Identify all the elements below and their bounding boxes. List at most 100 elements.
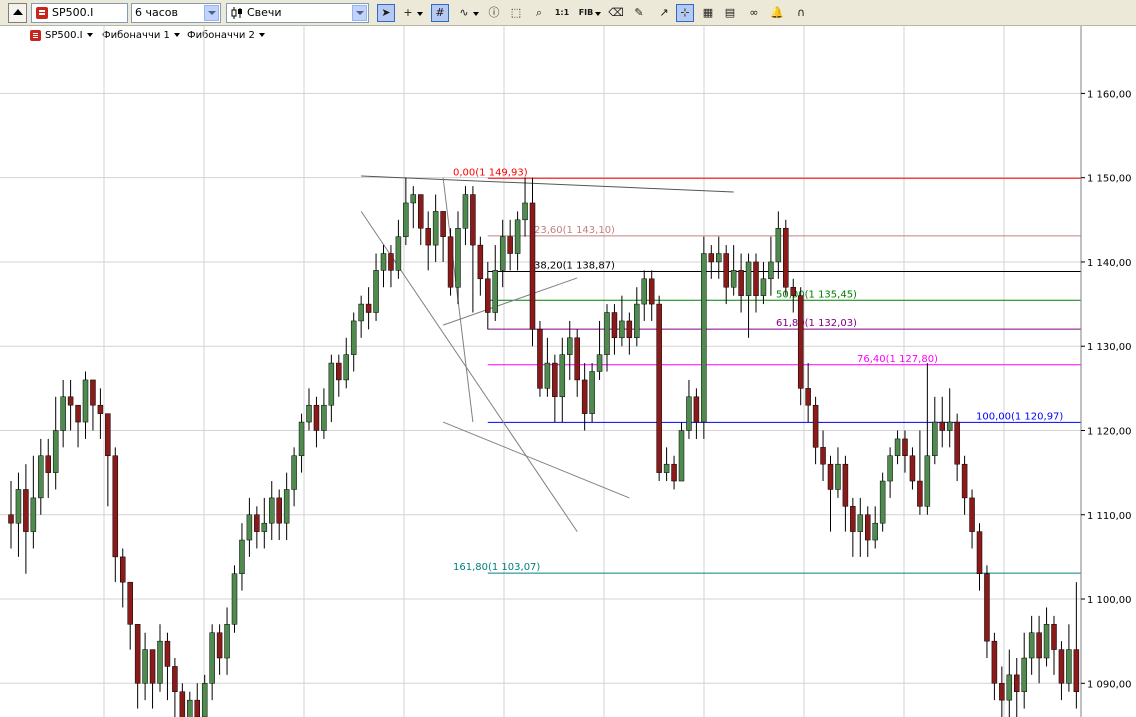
candle-body <box>827 463 834 490</box>
candle-body <box>157 640 163 684</box>
candle-body <box>991 640 998 684</box>
candle-body <box>999 683 1005 701</box>
candle-body <box>313 404 320 431</box>
candle-body <box>97 404 104 414</box>
chart-type-value: Свечи <box>247 6 282 19</box>
candle-body <box>45 455 51 473</box>
candle-body <box>1021 657 1027 692</box>
candle-body <box>1014 674 1020 692</box>
candle-body <box>276 497 282 524</box>
candle-body <box>648 278 655 305</box>
candle-body <box>164 640 171 667</box>
candle-body <box>60 396 66 431</box>
fibonacci-icon[interactable]: FIB <box>577 4 601 22</box>
candle-body <box>425 227 431 246</box>
candle-body <box>619 320 625 339</box>
axis-tick-label: 1 130,00 <box>1087 342 1132 353</box>
candle-body <box>30 497 37 532</box>
info-icon[interactable]: ⓘ <box>485 4 503 22</box>
candle-body <box>120 556 126 583</box>
candle-body <box>857 514 864 532</box>
chevron-down-icon[interactable] <box>204 5 219 21</box>
timeframe-select[interactable]: 6 часов <box>131 3 221 23</box>
candle-body <box>790 286 796 296</box>
candle-body <box>90 379 96 406</box>
candle-body <box>8 514 14 524</box>
symbol-icon <box>36 7 48 19</box>
candle-body <box>797 295 804 389</box>
collapse-toolbar-button[interactable] <box>8 3 27 23</box>
candle-body <box>410 194 417 204</box>
alert-bell-icon[interactable]: 🔔 <box>768 4 786 22</box>
candle-body <box>269 497 275 524</box>
chart-type-select[interactable]: Свечи <box>226 3 369 23</box>
fib-level-label: 100,00(1 120,97) <box>976 411 1063 422</box>
candle-body <box>656 303 662 473</box>
candle-body <box>380 253 387 271</box>
candle-body <box>194 699 200 717</box>
candle-body <box>134 624 141 684</box>
candle-body <box>969 497 975 532</box>
candle-body <box>261 522 268 532</box>
candle-body <box>596 354 603 372</box>
delete-drawings-icon[interactable]: ✎ <box>630 4 648 22</box>
candle-body <box>1036 632 1042 659</box>
candle-body <box>127 581 133 625</box>
crosshair-icon[interactable]: + <box>399 4 423 22</box>
candle-body <box>172 666 178 692</box>
link-icon[interactable]: ∞ <box>745 4 763 22</box>
fib-level-label: 0,00(1 149,93) <box>453 167 528 178</box>
axis-tick-label: 1 100,00 <box>1087 595 1132 606</box>
symbol-combo[interactable]: SP500.I <box>31 3 128 23</box>
snap-magnet-icon[interactable]: ∩ <box>792 4 810 22</box>
candle-body <box>678 430 685 482</box>
candle-body <box>984 573 990 642</box>
axis-tick-label: 1 090,00 <box>1087 679 1132 690</box>
magnet-icon[interactable]: ⊹ <box>676 4 694 22</box>
zoom-icon[interactable]: ⌕ <box>530 4 548 22</box>
candle-body <box>246 514 253 541</box>
fib-level-label: 61,80(1 132,03) <box>776 318 857 329</box>
candle-body <box>343 354 349 381</box>
properties-icon[interactable]: ▤ <box>721 4 739 22</box>
candle-body <box>1043 624 1050 659</box>
candle-body <box>67 396 74 406</box>
candle-body <box>23 489 29 532</box>
candle-body <box>336 362 342 381</box>
cursor-arrow-icon[interactable]: ➤ <box>377 4 395 22</box>
price-axis: 1 090,00 1 100,00 1 110,00 1 120,00 1 130,00… <box>1080 26 1136 717</box>
candle-body <box>403 202 409 237</box>
candle-body <box>224 624 230 659</box>
eraser-icon[interactable]: ⌫ <box>607 4 625 22</box>
candle-body <box>514 219 521 254</box>
zoom-region-icon[interactable]: ⬚ <box>507 4 525 22</box>
candle-body <box>693 396 700 423</box>
candle-body <box>671 463 677 482</box>
axis-tick-label: 1 160,00 <box>1087 89 1132 100</box>
candle-body <box>559 354 566 398</box>
candle-body <box>149 649 156 684</box>
candle-body <box>611 312 618 339</box>
candle-body <box>946 421 953 431</box>
candle-body <box>529 202 536 330</box>
candle-body <box>879 480 886 524</box>
trend-tool-icon[interactable]: ↗ <box>655 4 673 22</box>
axis-tick-label: 1 150,00 <box>1087 174 1132 185</box>
toolbar: SP500.I 6 часов Свечи ➤ + # ∿ ⓘ ⬚ ⌕ 1:1 FIB ⌫ ✎ ↗ ⊹ ▦… <box>0 0 1136 26</box>
candlestick-icon <box>231 7 242 19</box>
candle-body <box>187 699 193 717</box>
candle-body <box>976 531 983 574</box>
templates-icon[interactable]: ▦ <box>699 4 717 22</box>
indicators-icon[interactable]: ∿ <box>455 4 479 22</box>
caret-down-icon <box>595 12 601 16</box>
grid-icon[interactable]: # <box>431 4 449 22</box>
candle-body <box>581 379 588 414</box>
candle-body <box>201 683 208 717</box>
candle-body <box>589 371 595 414</box>
price-chart[interactable]: 0,00(1 149,93) 23,60(1 143,10) 38,20(1 138… <box>0 26 1136 717</box>
candle-body <box>112 455 119 558</box>
candle-body <box>447 236 454 288</box>
candle-body <box>820 447 826 465</box>
chevron-down-icon[interactable] <box>352 5 367 21</box>
scale-1to1-icon[interactable]: 1:1 <box>553 4 571 22</box>
